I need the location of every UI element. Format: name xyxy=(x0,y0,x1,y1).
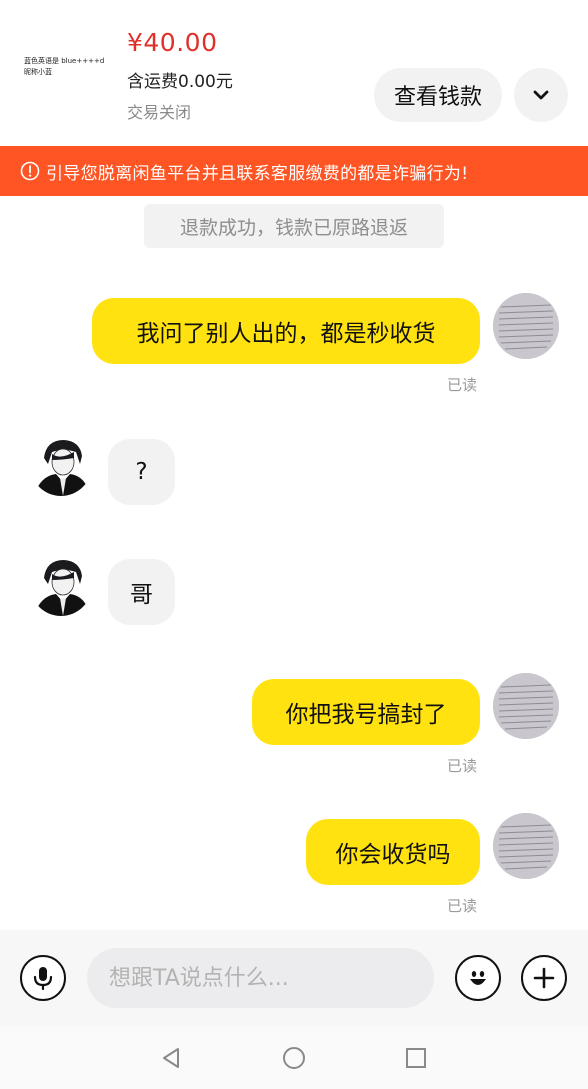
view-money-button[interactable]: 查看钱款 xyxy=(374,68,502,122)
message-input[interactable] xyxy=(87,948,434,1008)
avatar-image xyxy=(30,434,92,496)
product-thumbnail[interactable]: 蓝色英语是 blue++++d 昵称小蓝 xyxy=(20,46,112,120)
back-triangle-icon xyxy=(163,1048,179,1068)
plus-icon xyxy=(533,967,555,989)
emoji-button[interactable] xyxy=(455,955,501,1001)
trade-status: 交易关闭 xyxy=(127,103,192,122)
my-avatar[interactable] xyxy=(493,293,559,359)
read-receipt: 已读 xyxy=(447,897,478,915)
warning-text: 引导您脱离闲鱼平台并且联系客服缴费的都是诈骗行为! xyxy=(46,163,469,184)
add-button[interactable] xyxy=(521,955,567,1001)
avatar-image xyxy=(493,673,559,739)
my-avatar[interactable] xyxy=(493,813,559,879)
smiley-icon xyxy=(470,971,486,985)
read-receipt: 已读 xyxy=(447,757,478,775)
thumbnail-line: 蓝色英语是 blue++++d xyxy=(24,57,105,65)
home-circle-icon xyxy=(283,1047,305,1069)
chevron-down-icon xyxy=(533,90,549,100)
contact-avatar[interactable] xyxy=(30,434,92,496)
nav-recents-button[interactable] xyxy=(402,1044,430,1072)
my-message-bubble[interactable]: 我问了别人出的，都是秒收货 xyxy=(92,298,480,364)
product-price: ¥40.00 xyxy=(127,28,218,57)
voice-button[interactable] xyxy=(20,955,66,1001)
nav-back-button[interactable] xyxy=(157,1044,185,1072)
refund-notice: 退款成功，钱款已原路退返 xyxy=(144,204,444,248)
contact-avatar[interactable] xyxy=(30,554,92,616)
shipping-fee: 含运费0.00元 xyxy=(127,72,233,92)
contact-message-bubble[interactable]: 哥 xyxy=(108,559,175,625)
thumbnail-line: 昵称小蓝 xyxy=(24,68,52,76)
expand-button[interactable] xyxy=(514,68,568,122)
read-receipt: 已读 xyxy=(447,376,478,394)
microphone-icon xyxy=(33,967,53,991)
fraud-warning-banner: 引导您脱离闲鱼平台并且联系客服缴费的都是诈骗行为! xyxy=(0,146,588,196)
recents-square-icon xyxy=(406,1048,426,1068)
avatar-image xyxy=(30,554,92,616)
avatar-image xyxy=(493,813,559,879)
avatar-image xyxy=(493,293,559,359)
exclamation-circle-icon xyxy=(20,161,40,181)
my-avatar[interactable] xyxy=(493,673,559,739)
my-message-bubble[interactable]: 你把我号搞封了 xyxy=(252,679,480,745)
nav-home-button[interactable] xyxy=(280,1044,308,1072)
product-header: 蓝色英语是 blue++++d 昵称小蓝 ¥40.00 含运费0.00元 交易关… xyxy=(0,0,588,146)
my-message-bubble[interactable]: 你会收货吗 xyxy=(306,819,480,885)
contact-message-bubble[interactable]: ? xyxy=(108,439,175,505)
